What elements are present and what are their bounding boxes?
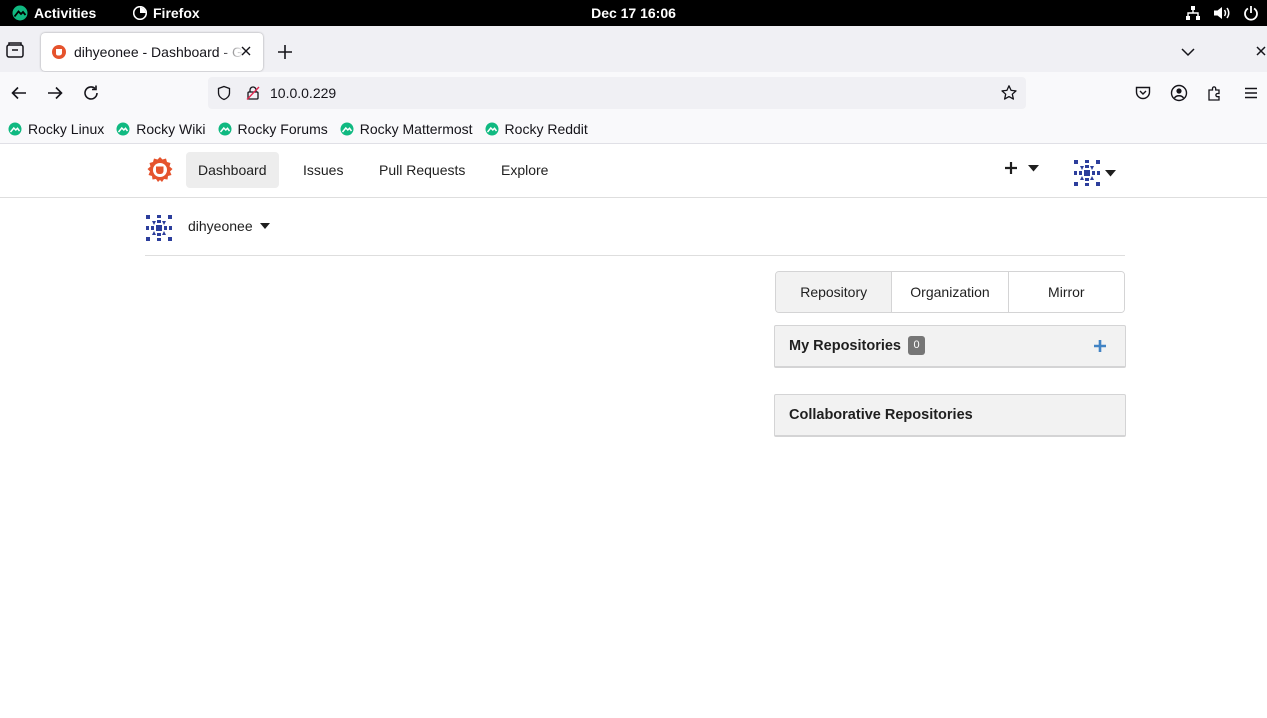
- activities-label: Activities: [34, 5, 97, 21]
- my-repositories-title: My Repositories: [789, 338, 901, 354]
- gitea-favicon-icon: [52, 45, 66, 59]
- back-icon[interactable]: [10, 84, 28, 102]
- volume-icon: [1214, 7, 1230, 19]
- activities-button[interactable]: Activities: [12, 0, 96, 26]
- user-avatar-icon: [145, 214, 173, 242]
- create-repo-tabs: Repository Organization Mirror: [775, 271, 1125, 313]
- tab-mirror[interactable]: Mirror: [1007, 272, 1124, 312]
- tab-organization[interactable]: Organization: [891, 272, 1008, 312]
- bookmarks-toolbar: Rocky Linux Rocky Wiki Rocky Forums Rock…: [0, 114, 1267, 144]
- forward-icon[interactable]: [46, 84, 64, 102]
- bookmark-rocky-wiki[interactable]: Rocky Wiki: [116, 120, 206, 137]
- system-top-bar: Activities Firefox Dec 17 16:06: [0, 0, 1267, 26]
- reload-icon[interactable]: [82, 84, 100, 102]
- add-repository-icon[interactable]: [1093, 339, 1107, 353]
- rocky-logo-icon: [12, 5, 28, 21]
- close-tab-icon[interactable]: [238, 43, 254, 59]
- account-icon[interactable]: [1170, 84, 1188, 102]
- bookmark-label: Rocky Linux: [28, 120, 105, 137]
- url-text[interactable]: 10.0.0.229: [270, 77, 336, 109]
- app-menu-firefox[interactable]: Firefox: [133, 0, 200, 26]
- extensions-icon[interactable]: [1206, 84, 1224, 102]
- bookmark-rocky-forums[interactable]: Rocky Forums: [218, 121, 328, 137]
- bookmark-label: Rocky Reddit: [504, 120, 588, 137]
- collaborative-repositories-title: Collaborative Repositories: [789, 407, 973, 423]
- rocky-bookmark-icon: [8, 122, 22, 135]
- list-all-tabs-icon[interactable]: [1180, 44, 1196, 60]
- tab-active[interactable]: dihyeonee - Dashboard - Gitea: [41, 33, 263, 71]
- collaborative-repositories-panel: Collaborative Repositories: [774, 394, 1126, 437]
- bookmark-rocky-reddit[interactable]: Rocky Reddit: [485, 121, 588, 137]
- user-avatar-icon: [1073, 159, 1101, 187]
- url-bar[interactable]: 10.0.0.229: [208, 77, 1026, 109]
- repo-count-badge: 0: [908, 336, 925, 355]
- close-window-icon[interactable]: [1254, 44, 1267, 58]
- bookmark-rocky-mattermost[interactable]: Rocky Mattermost: [340, 121, 473, 137]
- nav-explore[interactable]: Explore: [489, 152, 560, 188]
- bookmark-star-icon[interactable]: [1000, 84, 1018, 102]
- new-tab-icon[interactable]: [275, 42, 295, 62]
- my-repositories-panel: My Repositories 0: [774, 325, 1126, 368]
- dashboard-context-bar: dihyeonee: [145, 211, 1125, 256]
- clock[interactable]: Dec 17 16:06: [591, 5, 676, 21]
- caret-down-icon: [1105, 169, 1116, 176]
- caret-down-icon: [1028, 164, 1039, 171]
- bookmark-label: Rocky Mattermost: [359, 120, 473, 137]
- rocky-bookmark-icon: [116, 122, 130, 135]
- app-label: Firefox: [153, 5, 200, 21]
- user-menu[interactable]: [1073, 159, 1116, 187]
- context-user-switcher[interactable]: dihyeonee: [188, 211, 253, 241]
- nav-dashboard[interactable]: Dashboard: [186, 152, 279, 188]
- bookmark-rocky-linux[interactable]: Rocky Linux: [8, 121, 104, 137]
- app-menu-icon[interactable]: [1242, 84, 1260, 102]
- gitea-header: Dashboard Issues Pull Requests Explore: [0, 145, 1267, 198]
- rocky-bookmark-icon: [340, 122, 354, 135]
- tracking-protection-icon[interactable]: [216, 85, 232, 101]
- bookmark-label: Rocky Wiki: [136, 120, 206, 137]
- rocky-bookmark-icon: [485, 122, 499, 135]
- firefox-icon: [133, 6, 147, 20]
- nav-issues[interactable]: Issues: [291, 152, 355, 188]
- insecure-connection-icon[interactable]: [245, 85, 261, 101]
- firefox-view-icon[interactable]: [4, 39, 26, 61]
- gitea-logo-icon[interactable]: [146, 156, 174, 184]
- caret-down-icon[interactable]: [260, 222, 270, 230]
- create-new-menu[interactable]: [1004, 161, 1039, 175]
- nav-pull-requests[interactable]: Pull Requests: [367, 152, 477, 188]
- system-tray[interactable]: [1185, 0, 1259, 26]
- rocky-bookmark-icon: [218, 122, 231, 135]
- plus-icon: [1005, 162, 1017, 174]
- tab-title: dihyeonee - Dashboard - Gitea: [74, 44, 244, 60]
- network-icon: [1186, 6, 1200, 20]
- bookmark-label: Rocky Forums: [237, 120, 328, 137]
- power-icon: [1244, 6, 1258, 21]
- pocket-icon[interactable]: [1134, 84, 1152, 102]
- tab-repository[interactable]: Repository: [776, 272, 892, 312]
